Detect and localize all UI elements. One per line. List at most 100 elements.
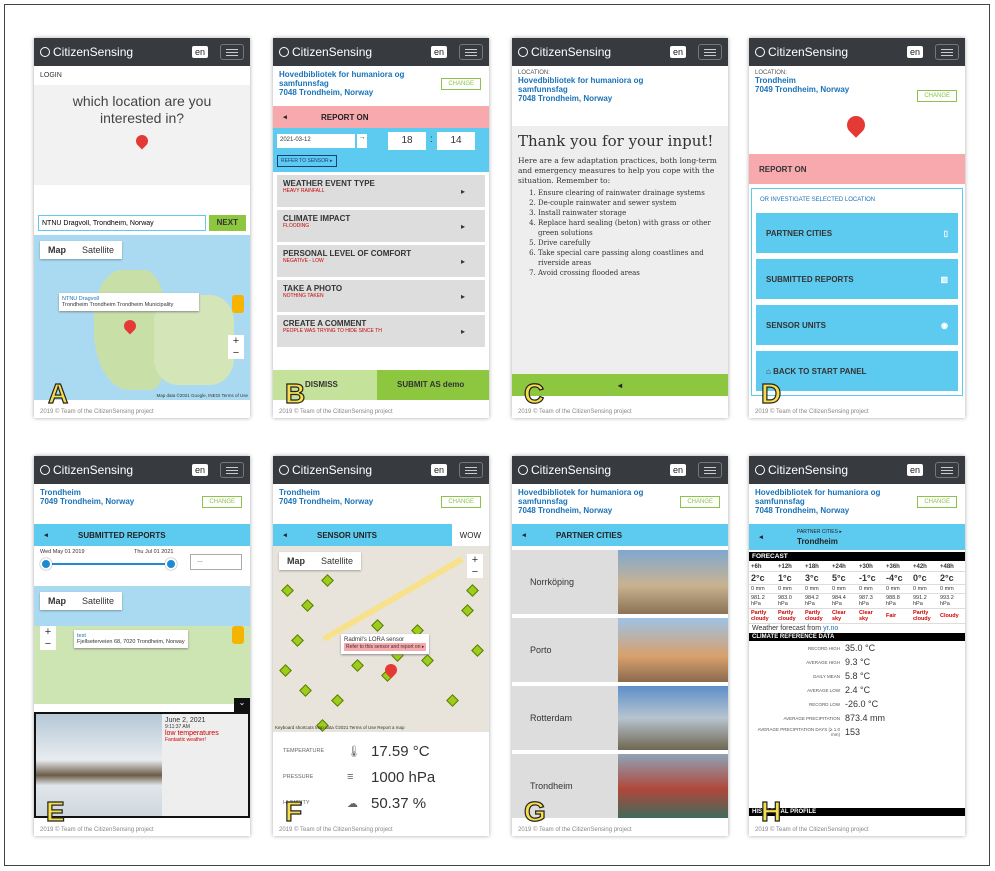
change-button[interactable]: CHANGE xyxy=(202,496,242,508)
map-view[interactable]: Map Satellite Radmil's LORA sensor Refer … xyxy=(273,546,489,732)
back-icon[interactable]: ◂ xyxy=(34,531,58,539)
sensor-marker-icon[interactable] xyxy=(281,584,294,597)
sensor-marker-icon[interactable] xyxy=(321,574,334,587)
sensor-marker-icon[interactable] xyxy=(371,619,384,632)
zoom-controls[interactable]: + − xyxy=(40,626,56,650)
change-button[interactable]: CHANGE xyxy=(917,90,957,102)
hour-input[interactable]: 18 xyxy=(388,132,426,150)
brand-title[interactable]: CitizenSensing xyxy=(531,45,611,59)
menu-icon[interactable] xyxy=(698,44,722,60)
sensor-marker-icon[interactable] xyxy=(301,599,314,612)
language-select[interactable]: en xyxy=(906,464,923,476)
date-input[interactable]: 2021-03-12 xyxy=(277,134,355,148)
location-input[interactable] xyxy=(38,215,206,231)
report-item[interactable]: CREATE A COMMENT PEOPLE WAS TRYING TO HID… xyxy=(277,315,485,347)
sensor-refer-link[interactable]: Refer to this sensor and report on ▸ xyxy=(344,643,427,651)
brand-title[interactable]: CitizenSensing xyxy=(768,45,848,59)
sensor-marker-icon[interactable] xyxy=(421,654,434,667)
back-icon[interactable]: ◂ xyxy=(273,531,297,539)
report-card[interactable]: June 2, 2021 9:11:37 AM low temperatures… xyxy=(34,712,250,818)
sensor-marker-icon[interactable] xyxy=(461,604,474,617)
back-bar[interactable]: ◂ xyxy=(512,374,728,396)
zoom-controls[interactable]: + − xyxy=(467,554,483,578)
forecast-source-link[interactable]: yr.no xyxy=(823,625,838,632)
language-select[interactable]: en xyxy=(906,46,923,58)
breadcrumb[interactable]: PARTNER CITIES ▸ xyxy=(797,528,842,537)
tab-map[interactable]: Map xyxy=(40,241,74,259)
submit-button[interactable]: SUBMIT AS demo xyxy=(377,370,489,400)
language-select[interactable]: en xyxy=(669,464,686,476)
wow-tab[interactable]: WOW xyxy=(451,524,489,546)
navbar: CitizenSensing en xyxy=(34,456,250,484)
practices-list: Ensure clearing of rainwater drainage sy… xyxy=(518,188,722,278)
zoom-controls[interactable]: + − xyxy=(228,335,244,359)
city-item[interactable]: Norrköping xyxy=(512,550,728,614)
menu-icon[interactable] xyxy=(935,462,959,478)
menu-icon[interactable] xyxy=(459,462,483,478)
report-item[interactable]: PERSONAL LEVEL OF COMFORT NEGATIVE - LOW ▸ xyxy=(277,245,485,277)
sensor-units-button[interactable]: SENSOR UNITS ◉ xyxy=(756,305,958,345)
report-item[interactable]: CLIMATE IMPACT FLOODING ▸ xyxy=(277,210,485,242)
slider-handle-end[interactable] xyxy=(165,558,177,570)
back-icon[interactable]: ◂ xyxy=(618,381,622,390)
language-select[interactable]: en xyxy=(430,464,447,476)
login-link[interactable]: LOGIN xyxy=(34,66,250,85)
brand-title[interactable]: CitizenSensing xyxy=(53,45,133,59)
map-view[interactable]: Map Satellite test Fjellseterveien 68, 70… xyxy=(34,586,250,704)
menu-icon[interactable] xyxy=(220,462,244,478)
report-on-button[interactable]: REPORT ON xyxy=(749,154,965,184)
tab-map[interactable]: Map xyxy=(279,552,313,570)
date-range-slider[interactable] xyxy=(46,563,172,565)
submitted-reports-button[interactable]: SUBMITTED REPORTS ▥ xyxy=(756,259,958,299)
brand-title[interactable]: CitizenSensing xyxy=(292,45,372,59)
tab-satellite[interactable]: Satellite xyxy=(313,552,361,570)
language-select[interactable]: en xyxy=(669,46,686,58)
pegman-icon[interactable] xyxy=(232,626,244,644)
sensor-marker-icon[interactable] xyxy=(331,694,344,707)
menu-icon[interactable] xyxy=(935,44,959,60)
tab-satellite[interactable]: Satellite xyxy=(74,241,122,259)
menu-icon[interactable] xyxy=(459,44,483,60)
brand-title[interactable]: CitizenSensing xyxy=(768,463,848,477)
sensor-marker-icon[interactable] xyxy=(466,584,479,597)
back-icon[interactable]: ◂ xyxy=(273,113,297,121)
next-button[interactable]: NEXT xyxy=(208,215,246,231)
slider-handle-start[interactable] xyxy=(40,558,52,570)
date-picker-icon[interactable]: → xyxy=(357,134,367,148)
sensor-marker-icon[interactable] xyxy=(471,644,484,657)
change-button[interactable]: CHANGE xyxy=(441,496,481,508)
report-item[interactable]: TAKE A PHOTO NOTHING TAKEN ▸ xyxy=(277,280,485,312)
sensor-marker-icon[interactable] xyxy=(446,694,459,707)
menu-icon[interactable] xyxy=(698,462,722,478)
forecast-cell: 984.4 hPa xyxy=(832,595,846,607)
change-button[interactable]: CHANGE xyxy=(680,496,720,508)
city-item[interactable]: Rotterdam xyxy=(512,686,728,750)
sensor-marker-icon[interactable] xyxy=(299,684,312,697)
language-select[interactable]: en xyxy=(191,464,208,476)
language-select[interactable]: en xyxy=(191,46,208,58)
filter-select[interactable]: ... xyxy=(190,554,242,570)
brand-title[interactable]: CitizenSensing xyxy=(292,463,372,477)
brand-title[interactable]: CitizenSensing xyxy=(531,463,611,477)
back-icon[interactable]: ◂ xyxy=(749,533,773,541)
minute-input[interactable]: 14 xyxy=(437,132,475,150)
tab-map[interactable]: Map xyxy=(40,592,74,610)
back-to-start-button[interactable]: ⌂ BACK TO START PANEL xyxy=(756,351,958,391)
report-item[interactable]: WEATHER EVENT TYPE HEAVY RAINFALL ▸ xyxy=(277,175,485,207)
refer-to-sensor-button[interactable]: REFER TO SENSOR ▸ xyxy=(277,155,337,167)
city-item[interactable]: Porto xyxy=(512,618,728,682)
map-view[interactable]: Map Satellite NTNU Dragvoll Trondheim Tro… xyxy=(34,235,250,400)
pegman-icon[interactable] xyxy=(232,295,244,313)
change-button[interactable]: CHANGE xyxy=(441,78,481,90)
back-icon[interactable]: ◂ xyxy=(512,531,536,539)
collapse-icon[interactable]: ⌄ xyxy=(234,698,250,712)
sensor-marker-icon[interactable] xyxy=(279,664,292,677)
partner-cities-button[interactable]: PARTNER CITIES ▯ xyxy=(756,213,958,253)
menu-icon[interactable] xyxy=(220,44,244,60)
sensor-marker-icon[interactable] xyxy=(351,659,364,672)
brand-title[interactable]: CitizenSensing xyxy=(53,463,133,477)
tab-satellite[interactable]: Satellite xyxy=(74,592,122,610)
sensor-marker-icon[interactable] xyxy=(291,634,304,647)
language-select[interactable]: en xyxy=(430,46,447,58)
change-button[interactable]: CHANGE xyxy=(917,496,957,508)
